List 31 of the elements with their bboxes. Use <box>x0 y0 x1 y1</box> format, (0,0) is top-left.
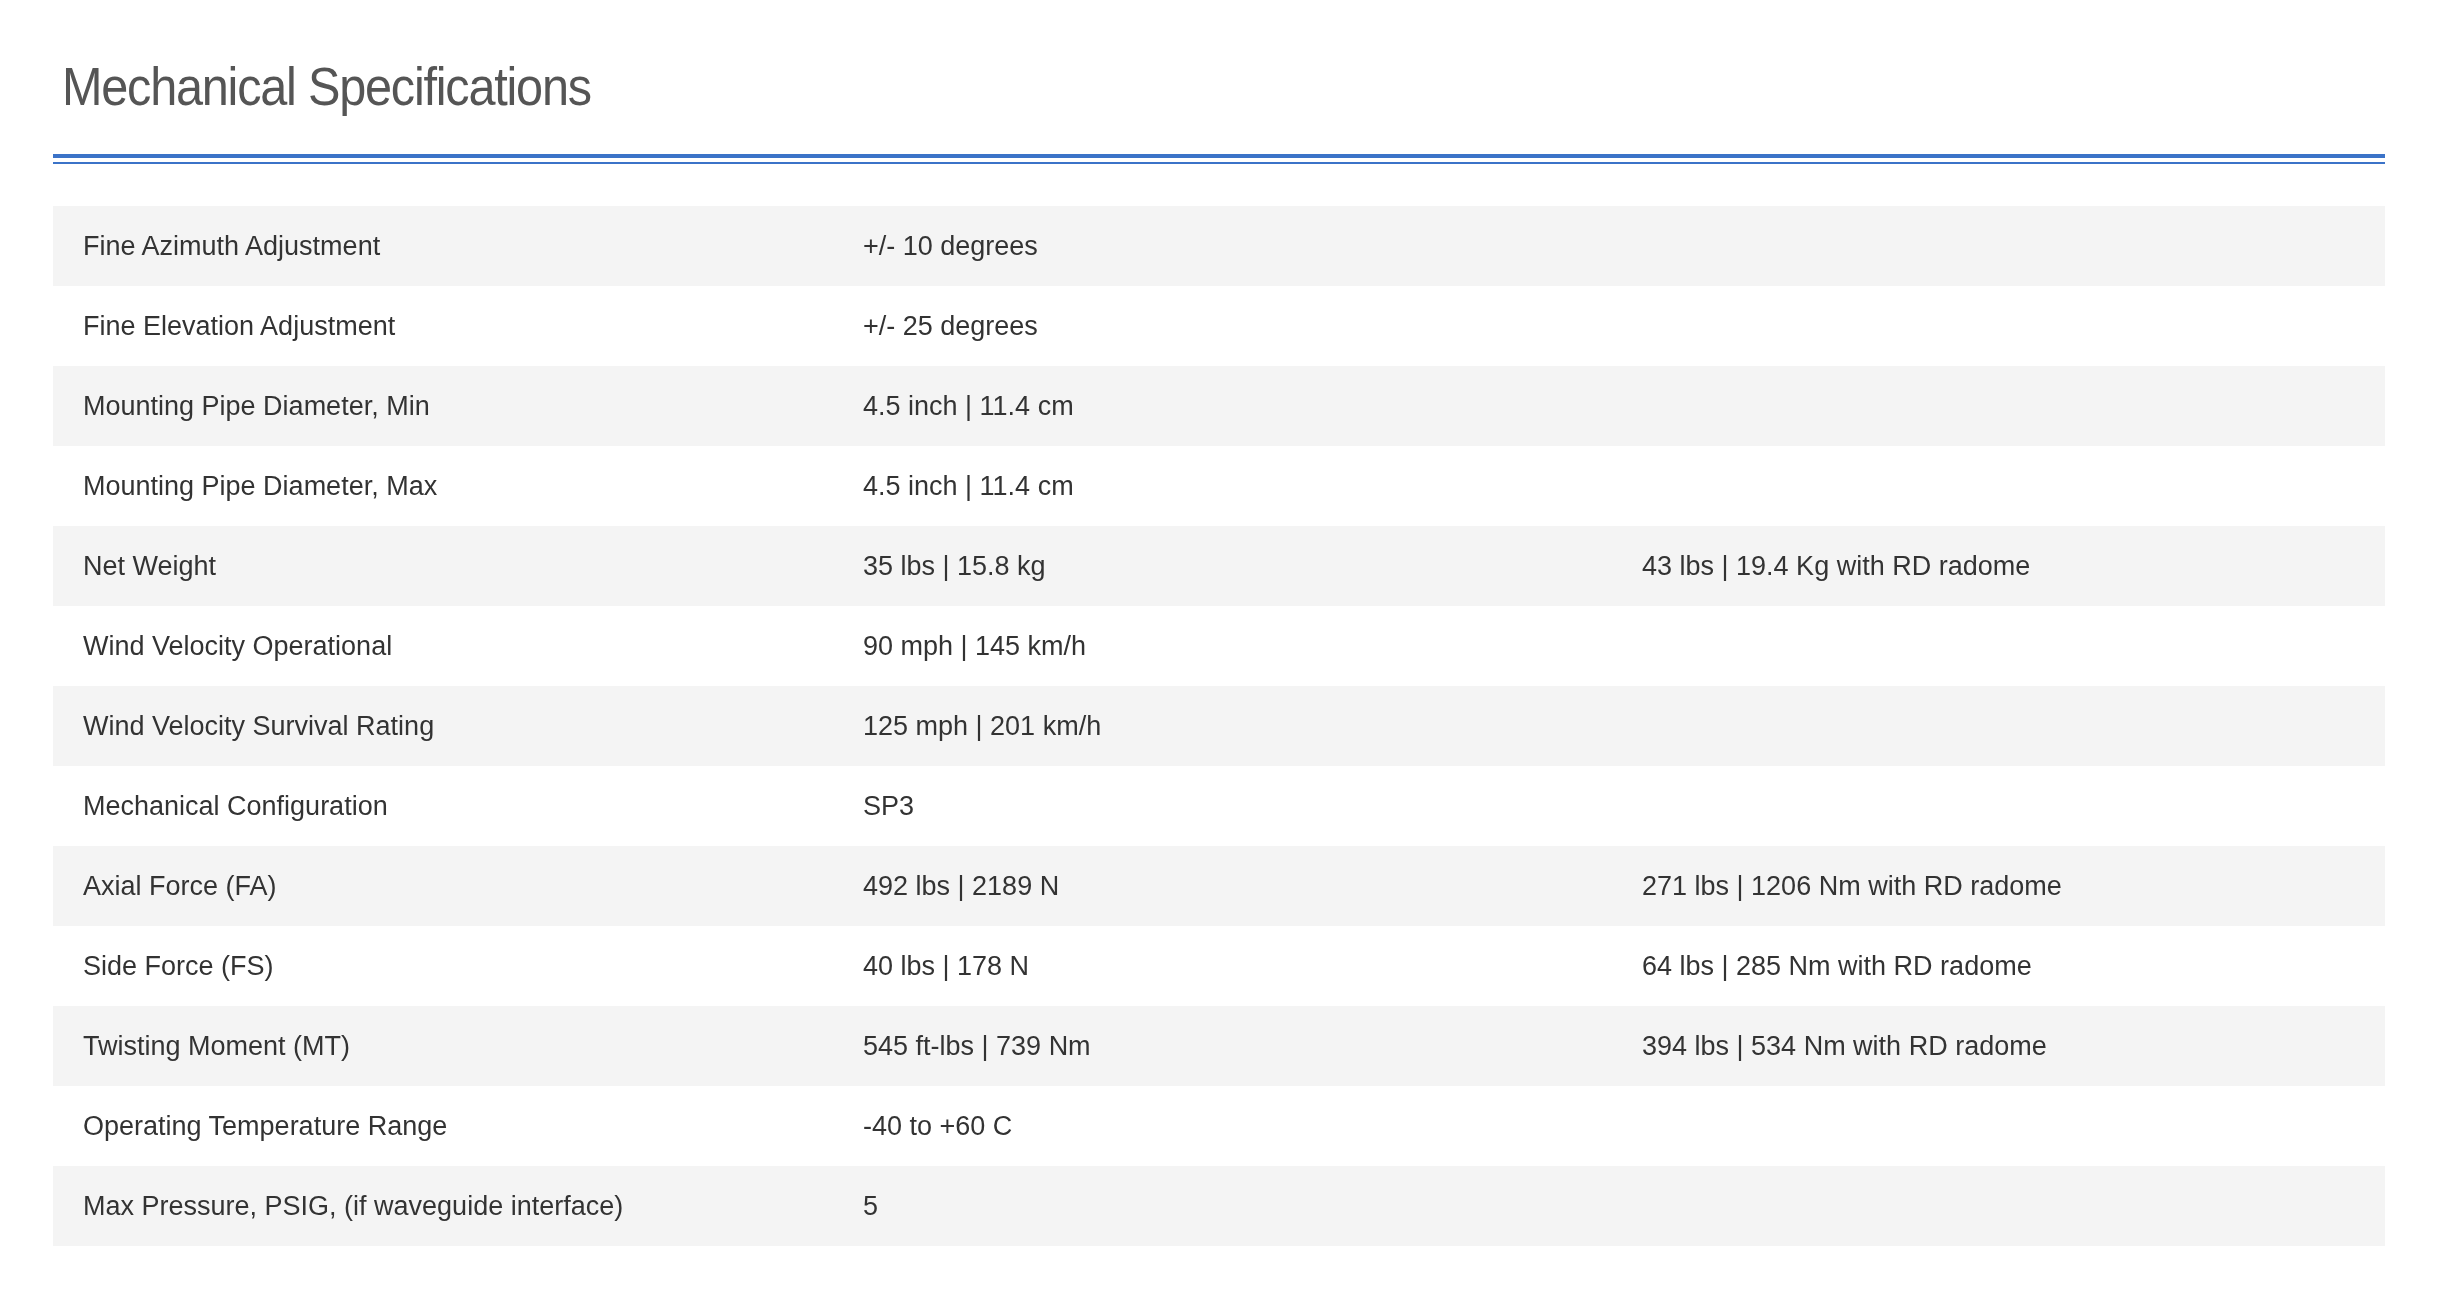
spec-value: 492 lbs | 2189 N <box>863 869 1060 903</box>
spec-label: Fine Elevation Adjustment <box>82 309 396 343</box>
spec-label: Wind Velocity Survival Rating <box>82 709 435 743</box>
spec-value: 545 ft-lbs | 739 Nm <box>863 1029 1091 1063</box>
spec-label: Twisting Moment (MT) <box>82 1029 351 1063</box>
spec-label: Net Weight <box>82 549 217 583</box>
section-title: Mechanical Specifications <box>61 55 592 118</box>
spec-label: Mechanical Configuration <box>82 789 388 823</box>
spec-label: Mounting Pipe Diameter, Max <box>82 469 438 503</box>
spec-value: 5 <box>863 1189 879 1223</box>
spec-label: Axial Force (FA) <box>82 869 277 903</box>
spec-note: 271 lbs | 1206 Nm with RD radome <box>1642 869 2062 903</box>
spec-value: 4.5 inch | 11.4 cm <box>863 389 1074 423</box>
spec-label: Max Pressure, PSIG, (if waveguide interface) <box>82 1189 624 1223</box>
spec-label: Wind Velocity Operational <box>82 629 393 663</box>
spec-note: 64 lbs | 285 Nm with RD radome <box>1642 949 2032 983</box>
spec-value: -40 to +60 C <box>863 1109 1013 1143</box>
spec-value: 4.5 inch | 11.4 cm <box>863 469 1074 503</box>
spec-value: SP3 <box>863 789 915 823</box>
spec-label: Mounting Pipe Diameter, Min <box>82 389 430 423</box>
spec-value: +/- 25 degrees <box>863 309 1038 343</box>
spec-note: 394 lbs | 534 Nm with RD radome <box>1642 1029 2047 1063</box>
spec-note: 43 lbs | 19.4 Kg with RD radome <box>1642 549 2031 583</box>
spec-value: 125 mph | 201 km/h <box>863 709 1102 743</box>
spec-value: 35 lbs | 15.8 kg <box>863 549 1046 583</box>
spec-label: Operating Temperature Range <box>82 1109 448 1143</box>
spec-label: Side Force (FS) <box>82 949 274 983</box>
spec-value: 90 mph | 145 km/h <box>863 629 1087 663</box>
spec-value: 40 lbs | 178 N <box>863 949 1030 983</box>
spec-value: +/- 10 degrees <box>863 229 1038 263</box>
spec-label: Fine Azimuth Adjustment <box>82 229 381 263</box>
